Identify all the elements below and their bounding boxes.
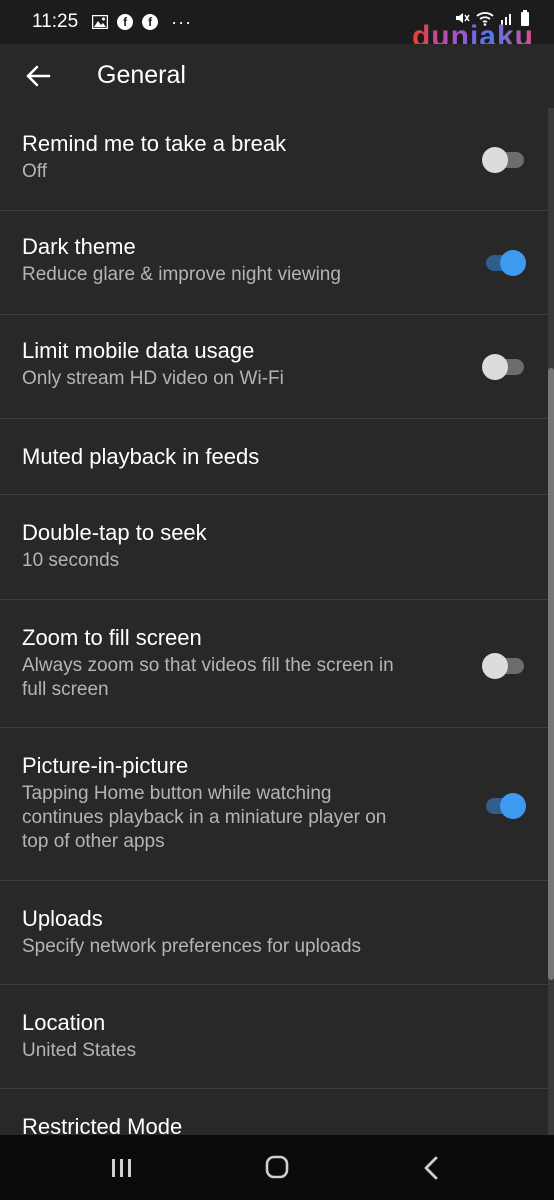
status-time: 11:25 [32, 11, 79, 32]
setting-title: Uploads [22, 906, 103, 931]
setting-remind-break[interactable]: Remind me to take a break Off [0, 108, 554, 211]
system-nav-bar [0, 1135, 554, 1200]
setting-subtitle: Always zoom so that videos fill the scre… [22, 654, 444, 702]
setting-title: Location [22, 1010, 106, 1035]
setting-subtitle: Tapping Home button while watching conti… [22, 782, 444, 854]
setting-title: Limit mobile data usage [22, 338, 255, 363]
setting-zoom-fill[interactable]: Zoom to fill screen Always zoom so that … [0, 600, 554, 728]
setting-limit-data[interactable]: Limit mobile data usage Only stream HD v… [0, 315, 554, 419]
pip-toggle[interactable] [482, 788, 528, 819]
setting-subtitle: United States [22, 1040, 137, 1061]
image-icon [92, 14, 109, 30]
subtitle-line: continues playback in a miniature player… [22, 807, 387, 828]
recent-apps-icon[interactable] [108, 1157, 136, 1179]
setting-subtitle: Reduce glare & improve night viewing [22, 264, 341, 285]
setting-double-tap[interactable]: Double-tap to seek 10 seconds [0, 495, 554, 600]
setting-pip[interactable]: Picture-in-picture Tapping Home button w… [0, 728, 554, 881]
scrollbar-thumb[interactable] [548, 368, 554, 980]
zoom-fill-toggle[interactable] [482, 648, 528, 679]
subtitle-line: top of other apps [22, 831, 165, 852]
setting-muted-playback[interactable]: Muted playback in feeds [0, 419, 554, 495]
home-icon[interactable] [264, 1154, 290, 1180]
subtitle-line: Always zoom so that videos fill the scre… [22, 655, 394, 676]
remind-break-toggle[interactable] [482, 142, 528, 173]
setting-title: Zoom to fill screen [22, 625, 202, 650]
setting-subtitle: Specify network preferences for uploads [22, 936, 362, 957]
more-notifications-icon: ··· [171, 11, 193, 32]
subtitle-line: full screen [22, 679, 109, 700]
setting-title: Remind me to take a break [22, 131, 287, 156]
setting-subtitle: 10 seconds [22, 550, 120, 571]
setting-subtitle: Only stream HD video on Wi-Fi [22, 368, 284, 389]
page-title: General [97, 61, 186, 89]
subtitle-line: Tapping Home button while watching [22, 783, 332, 804]
facebook-icon: f [142, 14, 159, 30]
setting-title: Muted playback in feeds [22, 444, 260, 469]
back-arrow-icon[interactable] [24, 62, 52, 90]
setting-subtitle: Off [22, 161, 47, 182]
setting-uploads[interactable]: Uploads Specify network preferences for … [0, 881, 554, 985]
setting-location[interactable]: Location United States [0, 985, 554, 1089]
facebook-icon: f [117, 14, 134, 30]
limit-data-toggle[interactable] [482, 349, 528, 380]
setting-dark-theme[interactable]: Dark theme Reduce glare & improve night … [0, 211, 554, 315]
setting-title: Picture-in-picture [22, 753, 189, 778]
setting-title: Double-tap to seek [22, 520, 207, 545]
nav-back-icon[interactable] [420, 1155, 444, 1181]
dark-theme-toggle[interactable] [482, 245, 528, 276]
settings-list: Remind me to take a break Off Dark theme… [0, 108, 554, 1149]
setting-title: Dark theme [22, 234, 136, 259]
app-bar: General [0, 44, 554, 108]
